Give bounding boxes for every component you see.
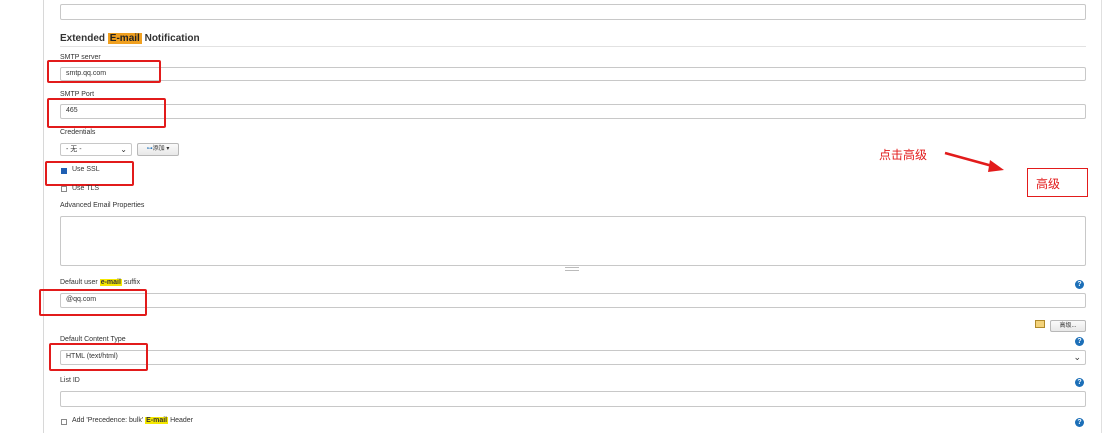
notepad-icon [1035,320,1045,328]
help-icon-default-suffix[interactable]: ? [1075,280,1084,289]
chevron-down-icon: ⌄ [1073,352,1081,362]
smtp-server-input[interactable]: smtp.qq.com [60,67,1086,81]
section-divider [60,46,1086,47]
credentials-label: Credentials [60,129,96,136]
advanced-button[interactable]: 高级... [1050,320,1086,332]
resize-grip-icon[interactable] [565,267,579,271]
precedence-label: Add 'Precedence: bulk' E-mail Header [72,417,194,424]
chevron-down-icon: ⌄ [120,145,127,154]
arrow-icon [944,151,1004,172]
smtp-port-label: SMTP Port [60,91,95,98]
precedence-checkbox[interactable] [61,419,67,425]
content-type-label: Default Content Type [60,336,126,343]
default-suffix-input[interactable]: @qq.com [60,293,1086,308]
advanced-props-textarea[interactable] [60,216,1086,266]
left-border [43,0,44,433]
list-id-label: List ID [60,377,80,384]
add-credentials-button[interactable]: ⊶添加 ▾ [137,143,179,156]
use-ssl-label: Use SSL [72,166,100,173]
smtp-server-label: SMTP server [60,54,101,61]
smtp-port-input[interactable]: 465 [60,104,1086,119]
annotation-box-use-ssl [45,161,134,186]
help-icon-precedence[interactable]: ? [1075,418,1084,427]
use-tls-label: Use TLS [72,185,100,192]
use-tls-checkbox[interactable] [61,186,67,192]
help-icon-list-id[interactable]: ? [1075,378,1084,387]
help-icon-content-type[interactable]: ? [1075,337,1084,346]
right-scroll-edge [1101,0,1102,433]
annotation-click-advanced: 点击高级 [879,148,928,162]
advanced-props-label: Advanced Email Properties [60,202,145,209]
content-type-select[interactable]: HTML (text/html) ⌄ [60,350,1086,365]
use-ssl-checkbox[interactable] [61,168,67,174]
top-field[interactable] [60,4,1086,20]
title-highlight: E-mail [107,33,142,44]
default-suffix-label: Default user e-mail suffix [60,279,141,286]
list-id-input[interactable] [60,391,1086,407]
annotation-advanced-box: 高级 [1027,168,1088,197]
section-title: Extended E-mail Notification [60,33,200,44]
credentials-select[interactable]: - 无 - ⌄ [60,143,132,156]
